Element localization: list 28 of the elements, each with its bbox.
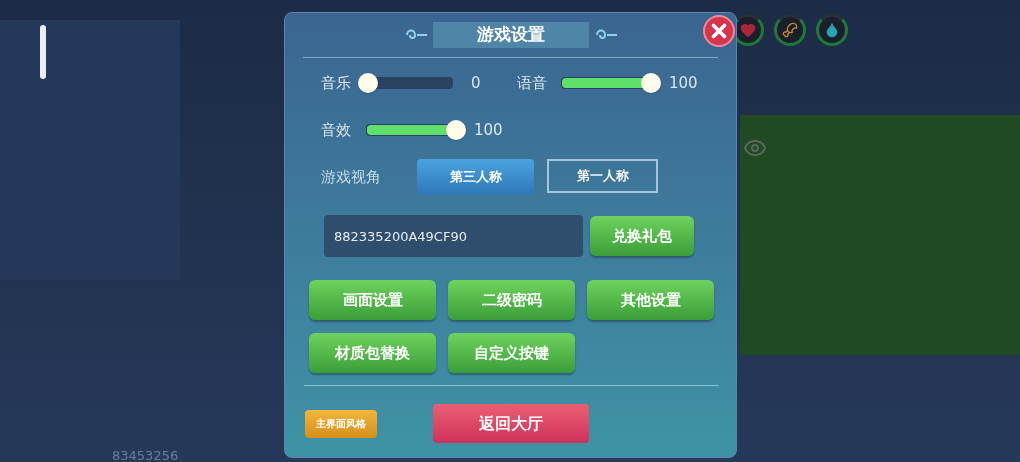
droplet-icon [824,22,840,38]
menu-button[interactable]: 其他设置 [587,280,714,320]
slider-label: 语音 [517,72,548,94]
slider-reading: 100 [474,119,503,141]
gift-code-field[interactable]: 882335200A49CF90 [324,215,583,257]
slider-label: 音乐 [321,72,352,94]
heart-icon [740,22,756,38]
slider-reading: 0 [471,72,481,94]
camera-label: 游戏视角 [321,166,382,188]
close-button[interactable] [703,15,735,47]
slider-label: 音效 [321,119,352,141]
slider-thumb[interactable] [641,73,661,93]
menu-button[interactable]: 材质包替换 [309,333,436,373]
menu-button[interactable]: 画面设置 [309,280,436,320]
slider-thumb[interactable] [446,120,466,140]
drumstick-icon [782,22,798,38]
menu-button[interactable]: 二级密码 [448,280,575,320]
menu-button[interactable]: 兑换礼包 [590,216,694,256]
menu-button[interactable]: 自定义按键 [448,333,575,373]
player-id-text: 83453256 [112,447,179,462]
slider-reading: 100 [669,72,698,94]
style-button[interactable]: 主界面风格 [305,409,377,438]
slider-thumb[interactable] [358,73,378,93]
view-option[interactable]: 第三人称 [417,159,534,195]
dialog-title: 游戏设置 [432,22,589,48]
view-option[interactable]: 第一人称 [547,159,658,193]
light-bar-icon [40,25,46,79]
back-to-lobby-button[interactable]: 返回大厅 [433,404,589,443]
